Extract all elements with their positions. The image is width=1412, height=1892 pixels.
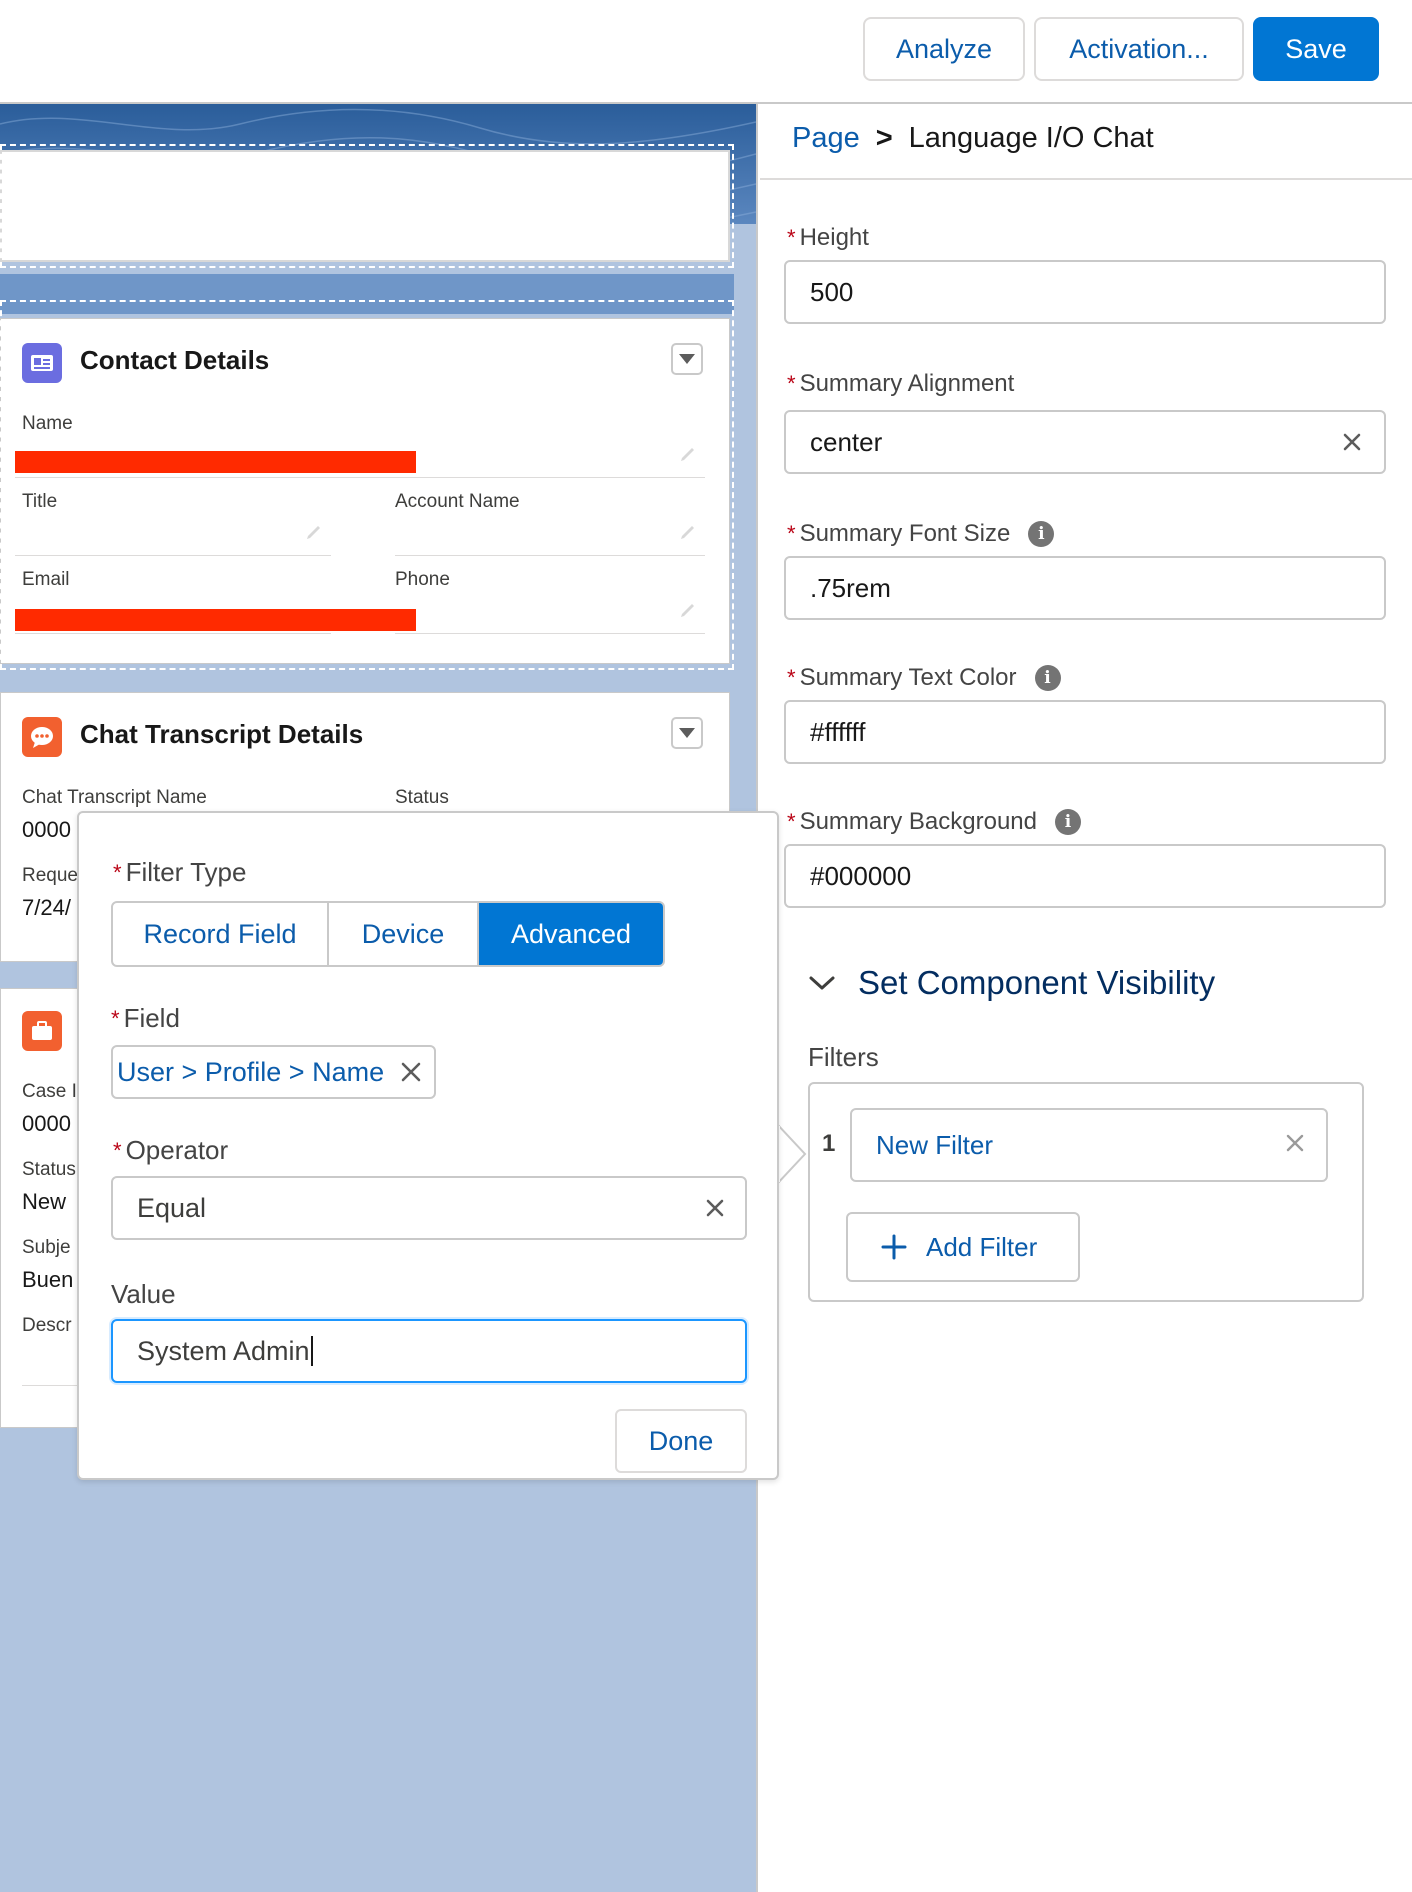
filters-label: Filters	[808, 1042, 879, 1072]
font-size-label: * Summary Font Size i	[787, 520, 1055, 548]
divider	[760, 178, 1412, 180]
text-cursor	[310, 1336, 313, 1366]
field-label: Status	[22, 1159, 76, 1180]
component-selection-outline	[0, 300, 734, 670]
field-label: Case I	[22, 1081, 77, 1102]
lightning-app-builder: Analyze Activation... Save Contact Detai…	[0, 0, 1412, 1892]
height-input[interactable]: 500	[784, 260, 1386, 324]
background-label-text: Summary Background	[799, 808, 1037, 835]
required-asterisk: *	[113, 859, 122, 885]
add-filter-button[interactable]: Add Filter	[846, 1212, 1080, 1282]
field-label-text: Field	[123, 1003, 180, 1033]
required-asterisk: *	[787, 665, 796, 690]
activation-button[interactable]: Activation...	[1034, 17, 1244, 81]
operator-combobox[interactable]: Equal	[111, 1176, 747, 1240]
filter-type-label-text: Filter Type	[125, 857, 247, 887]
section-title: Set Component Visibility	[858, 964, 1216, 1001]
required-asterisk: *	[113, 1137, 122, 1163]
clear-icon[interactable]	[699, 1192, 731, 1224]
record-field-button[interactable]: Record Field	[113, 903, 329, 965]
new-filter-item[interactable]: New Filter	[850, 1108, 1328, 1182]
font-size-label-text: Summary Font Size	[799, 520, 1011, 547]
field-label: Subje	[22, 1237, 71, 1258]
height-label: * Height	[787, 224, 869, 252]
plus-icon	[881, 1234, 907, 1260]
background-input[interactable]: #000000	[784, 844, 1386, 908]
field-label: * Field	[111, 1003, 180, 1034]
field-label: Reque	[22, 865, 78, 886]
field-value: 0000	[22, 1111, 71, 1136]
done-button[interactable]: Done	[615, 1409, 747, 1473]
remove-icon[interactable]	[398, 1059, 424, 1085]
text-color-label-text: Summary Text Color	[799, 664, 1017, 691]
field-value: 0000	[22, 817, 71, 842]
field-label: Status	[395, 787, 449, 808]
font-size-value: .75rem	[810, 572, 891, 603]
field-label: Chat Transcript Name	[22, 787, 207, 808]
field-label: Descr	[22, 1315, 72, 1336]
add-filter-label: Add Filter	[926, 1231, 1038, 1262]
device-button[interactable]: Device	[329, 903, 479, 965]
value-label: Value	[111, 1279, 176, 1310]
required-asterisk: *	[787, 521, 796, 546]
chat-bubble-icon	[22, 717, 62, 757]
advanced-button[interactable]: Advanced	[479, 903, 663, 965]
alignment-combobox[interactable]: center	[784, 410, 1386, 474]
info-icon[interactable]: i	[1034, 665, 1061, 691]
filters-box: 1 New Filter Add Filter	[808, 1082, 1364, 1302]
value-input[interactable]: System Admin	[111, 1319, 747, 1383]
breadcrumb-current: Language I/O Chat	[908, 122, 1154, 154]
builder-toolbar: Analyze Activation... Save	[0, 0, 1412, 104]
remove-filter-icon[interactable]	[1280, 1128, 1310, 1158]
background-label: * Summary Background i	[787, 808, 1081, 836]
visibility-section-header[interactable]: Set Component Visibility	[808, 964, 1215, 1002]
text-color-label: * Summary Text Color i	[787, 664, 1061, 692]
breadcrumb-separator: >	[875, 122, 893, 154]
alignment-label-text: Summary Alignment	[799, 370, 1015, 397]
briefcase-icon	[22, 1011, 62, 1051]
operator-label: * Operator	[113, 1135, 228, 1166]
field-value: Buen	[22, 1267, 74, 1292]
filter-popover: * Filter Type Record Field Device Advance…	[77, 811, 779, 1480]
field-value: New	[22, 1189, 67, 1214]
breadcrumb-page-link[interactable]: Page	[792, 122, 860, 155]
component-selection-outline	[0, 144, 734, 268]
card-title: Chat Transcript Details	[80, 719, 364, 749]
properties-panel: Page > Language I/O Chat * Height 500 * Su…	[760, 104, 1412, 1892]
alignment-value: center	[810, 426, 883, 457]
value-input-text: System Admin	[137, 1335, 310, 1366]
background-value: #000000	[810, 860, 912, 891]
required-asterisk: *	[787, 809, 796, 834]
filter-name: New Filter	[876, 1129, 994, 1160]
required-asterisk: *	[787, 225, 796, 250]
breadcrumb: Page > Language I/O Chat	[792, 122, 1154, 155]
text-color-input[interactable]: #ffffff	[784, 700, 1386, 764]
alignment-label: * Summary Alignment	[787, 370, 1014, 398]
value-label-text: Value	[111, 1279, 176, 1309]
field-pill[interactable]: User > Profile > Name	[111, 1045, 437, 1099]
save-button[interactable]: Save	[1253, 17, 1379, 81]
height-value: 500	[810, 276, 854, 307]
chevron-down-icon	[809, 976, 835, 990]
clear-icon[interactable]	[1336, 426, 1368, 458]
text-color-value: #ffffff	[810, 716, 866, 747]
required-asterisk: *	[787, 371, 796, 396]
filter-type-button-group: Record Field Device Advanced	[111, 901, 665, 967]
filter-type-label: * Filter Type	[113, 857, 246, 888]
operator-value: Equal	[137, 1192, 207, 1223]
operator-label-text: Operator	[125, 1135, 229, 1165]
height-label-text: Height	[799, 224, 869, 251]
info-icon[interactable]: i	[1028, 521, 1055, 547]
font-size-input[interactable]: .75rem	[784, 556, 1386, 620]
filter-number: 1	[822, 1130, 836, 1157]
analyze-button[interactable]: Analyze	[863, 17, 1025, 81]
field-value: 7/24/	[22, 895, 71, 920]
required-asterisk: *	[111, 1005, 120, 1031]
info-icon[interactable]: i	[1055, 809, 1081, 835]
chevron-down-icon[interactable]	[671, 717, 703, 749]
field-pill-value: User > Profile > Name	[117, 1056, 385, 1087]
